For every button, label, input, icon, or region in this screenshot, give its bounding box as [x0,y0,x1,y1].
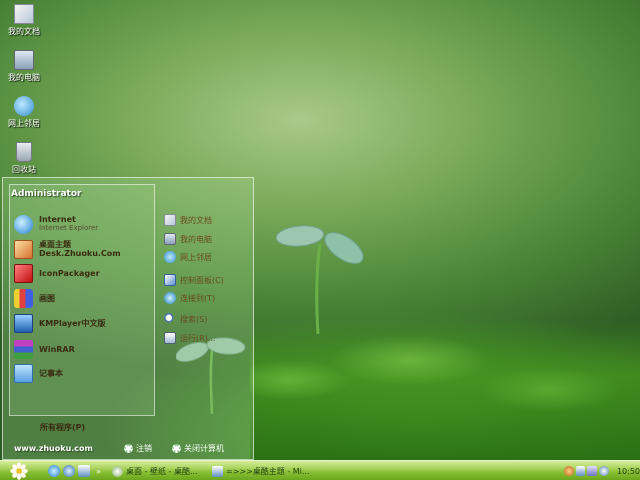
link-control-panel[interactable]: 控制面板(C) [164,273,224,287]
taskbar-clock: 10:50 [616,466,640,476]
computer-icon [14,50,34,70]
volume-tray-icon[interactable] [599,466,609,476]
link-search[interactable]: 搜索(S) [164,312,207,326]
program-winrar[interactable]: WinRAR [14,338,150,360]
network-tray-icon[interactable] [575,466,586,476]
program-internet[interactable]: Internet Internet Explorer [14,213,150,235]
kmplayer-icon [14,313,33,333]
network-icon [164,251,176,263]
computer-icon [164,233,176,245]
moss-ground [250,320,640,460]
program-desk-theme[interactable]: 桌面主题Desk.Zhuoku.Com [14,238,150,260]
search-magnifier-icon [164,313,176,325]
window-icon [112,465,123,477]
link-my-documents[interactable]: 我的文档 [164,213,212,227]
program-notepad[interactable]: 记事本 [14,362,150,384]
link-connect-to[interactable]: 连接到(T) [164,291,215,305]
program-paint[interactable]: 画图 [14,287,150,309]
taskbar-item-theme[interactable]: =>>>桌酷主题 - Mi... [212,463,310,479]
notepad-icon [14,363,33,383]
logoff-button[interactable]: 注销 [124,443,152,454]
documents-icon [14,4,34,24]
taskbar: » 桌面 - 壁纸 - 桌酷... =>>>桌酷主题 - Mi... 10:50 [0,460,640,480]
shutdown-button[interactable]: 关闭计算机 [172,443,224,454]
website-label: www.zhuoku.com [14,444,93,453]
run-icon [164,332,176,344]
documents-icon [164,214,176,226]
recycle-bin-icon [16,142,32,162]
quicklaunch-ie-icon[interactable] [48,465,60,477]
link-network[interactable]: 网上邻居 [164,250,212,264]
theme-icon [14,239,33,259]
program-iconpackager[interactable]: IconPackager [14,262,150,284]
start-button[interactable] [4,462,34,480]
settings-tray-icon[interactable] [587,466,598,476]
window-icon [212,465,223,477]
desktop-icon-network[interactable]: 网上邻居 [2,96,46,129]
quicklaunch-chevron-icon[interactable]: » [96,463,104,479]
link-my-computer[interactable]: 我的电脑 [164,232,212,246]
gear-icon [172,444,181,453]
internet-explorer-icon [14,214,33,234]
user-tray-icon[interactable] [564,466,574,476]
program-kmplayer[interactable]: KMPlayer中文版 [14,312,150,334]
link-run[interactable]: 运行(R)... [164,331,215,345]
sprout-large [275,225,364,335]
all-programs-button[interactable]: 所有程序(P) [40,422,85,433]
control-panel-icon [164,274,176,286]
quicklaunch-desktop-icon[interactable] [78,465,90,477]
desktop-icon-my-documents[interactable]: 我的文档 [2,4,46,37]
connect-globe-icon [164,292,176,304]
gear-icon [124,444,133,453]
quicklaunch-browser-icon[interactable] [63,465,75,477]
desktop-icon-recycle-bin[interactable]: 回收站 [2,142,46,175]
desktop-icon-my-computer[interactable]: 我的电脑 [2,50,46,83]
start-menu-username: Administrator [11,189,82,199]
winrar-icon [14,339,33,359]
taskbar-item-wallpaper[interactable]: 桌面 - 壁纸 - 桌酷... [112,463,198,479]
paint-brush-icon [14,288,33,308]
flower-start-icon [10,462,28,480]
network-globe-icon [14,96,34,116]
iconpackager-icon [14,263,33,283]
system-tray: 10:50 [564,462,640,480]
